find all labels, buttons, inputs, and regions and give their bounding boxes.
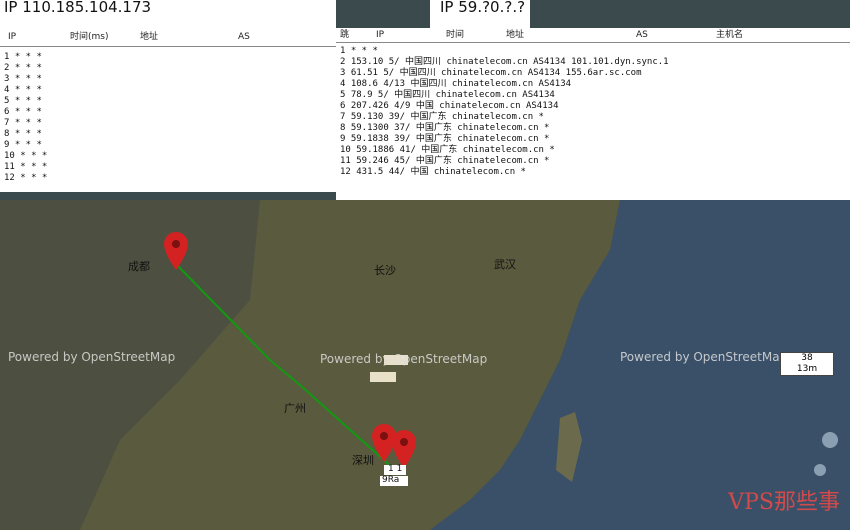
- map-label-guangzhou: 广州: [284, 402, 306, 415]
- watermark: VPS那些事: [728, 490, 840, 515]
- island-1: [822, 432, 838, 448]
- left-header-as: AS: [238, 32, 250, 42]
- right-row: 3 61.51 5/ 中国四川 chinatelecom.cn AS4134 1…: [340, 68, 642, 78]
- left-row: 11 * * *: [4, 162, 48, 172]
- left-panel-title: IP 110.185.104.173: [4, 0, 152, 16]
- hk-label: 1 1: [388, 464, 403, 474]
- right-header-addr: 地址: [506, 30, 525, 40]
- right-separator: [336, 42, 850, 43]
- left-row: 10 * * *: [4, 151, 48, 161]
- map-label-shenzhen: 深圳: [352, 454, 374, 467]
- map-label-wuhan: 武汉: [494, 258, 516, 271]
- right-row: 7 59.130 39/ 中国广东 chinatelecom.cn *: [340, 112, 544, 122]
- left-row: 6 * * *: [4, 107, 42, 117]
- left-header-addr: 地址: [140, 32, 159, 42]
- hk-sublabel: 9Ra: [382, 475, 400, 485]
- left-row: 8 * * *: [4, 129, 42, 139]
- left-row: 3 * * *: [4, 74, 42, 84]
- left-header-ip: IP: [8, 32, 17, 42]
- left-row: 9 * * *: [4, 140, 42, 150]
- right-row: 9 59.1838 39/ 中国广东 chinatelecom.cn *: [340, 134, 550, 144]
- map-label-changsha: 长沙: [374, 264, 396, 277]
- traceroute-panel-left: IP 110.185.104.173 IP 时间(ms) 地址 AS 1 * *…: [0, 0, 336, 192]
- map-label-chengdu: 成都: [128, 260, 150, 273]
- right-header-host: 主机名: [716, 30, 744, 40]
- right-panel-title: IP 59.?0.?.?: [440, 0, 526, 16]
- left-separator: [0, 46, 336, 47]
- right-row: 10 59.1886 41/ 中国广东 chinatelecom.cn *: [340, 145, 555, 155]
- map-credit-1: Powered by OpenStreetMap: [8, 350, 176, 364]
- map-credit-3: Powered by OpenStreetMap: [620, 350, 788, 364]
- left-row: 2 * * *: [4, 63, 42, 73]
- left-row: 4 * * *: [4, 85, 42, 95]
- right-row: 8 59.1300 37/ 中国广东 chinatelecom.cn *: [340, 123, 550, 133]
- right-title-bar: IP 59.?0.?.?: [430, 0, 530, 28]
- traceroute-panel-right: 跳 IP 时间 地址 AS 主机名 1 * * * 2 153.10 5/ 中国…: [336, 28, 850, 200]
- map-scale: 38 13m: [780, 352, 834, 376]
- right-row: 2 153.10 5/ 中国四川 chinatelecom.cn AS4134 …: [340, 57, 669, 67]
- right-row: 12 431.5 44/ 中国 chinatelecom.cn *: [340, 167, 526, 177]
- left-header-time: 时间(ms): [70, 32, 109, 42]
- map-credit-2: Powered by OpenStreetMap: [320, 352, 488, 366]
- left-row: 1 * * *: [4, 52, 42, 62]
- left-row: 7 * * *: [4, 118, 42, 128]
- right-row: 6 207.426 4/9 中国 chinatelecom.cn AS4134: [340, 101, 559, 111]
- scale-top: 38: [801, 353, 813, 363]
- right-header-as: AS: [636, 30, 648, 40]
- right-header-ip: IP: [376, 30, 385, 40]
- right-row: 5 78.9 5/ 中国四川 chinatelecom.cn AS4134: [340, 90, 555, 100]
- scale-bottom: 13m: [796, 364, 818, 374]
- right-row: 4 108.6 4/13 中国四川 chinatelecom.cn AS4134: [340, 79, 572, 89]
- left-row: 12 * * *: [4, 173, 48, 183]
- right-header-time: 时间: [446, 30, 465, 40]
- right-header-hop: 跳: [340, 30, 350, 40]
- right-row: 11 59.246 45/ 中国广东 chinatelecom.cn *: [340, 156, 550, 166]
- island-2: [814, 464, 826, 476]
- label-box-2: [370, 372, 396, 382]
- right-row: 1 * * *: [340, 46, 378, 56]
- left-row: 5 * * *: [4, 96, 42, 106]
